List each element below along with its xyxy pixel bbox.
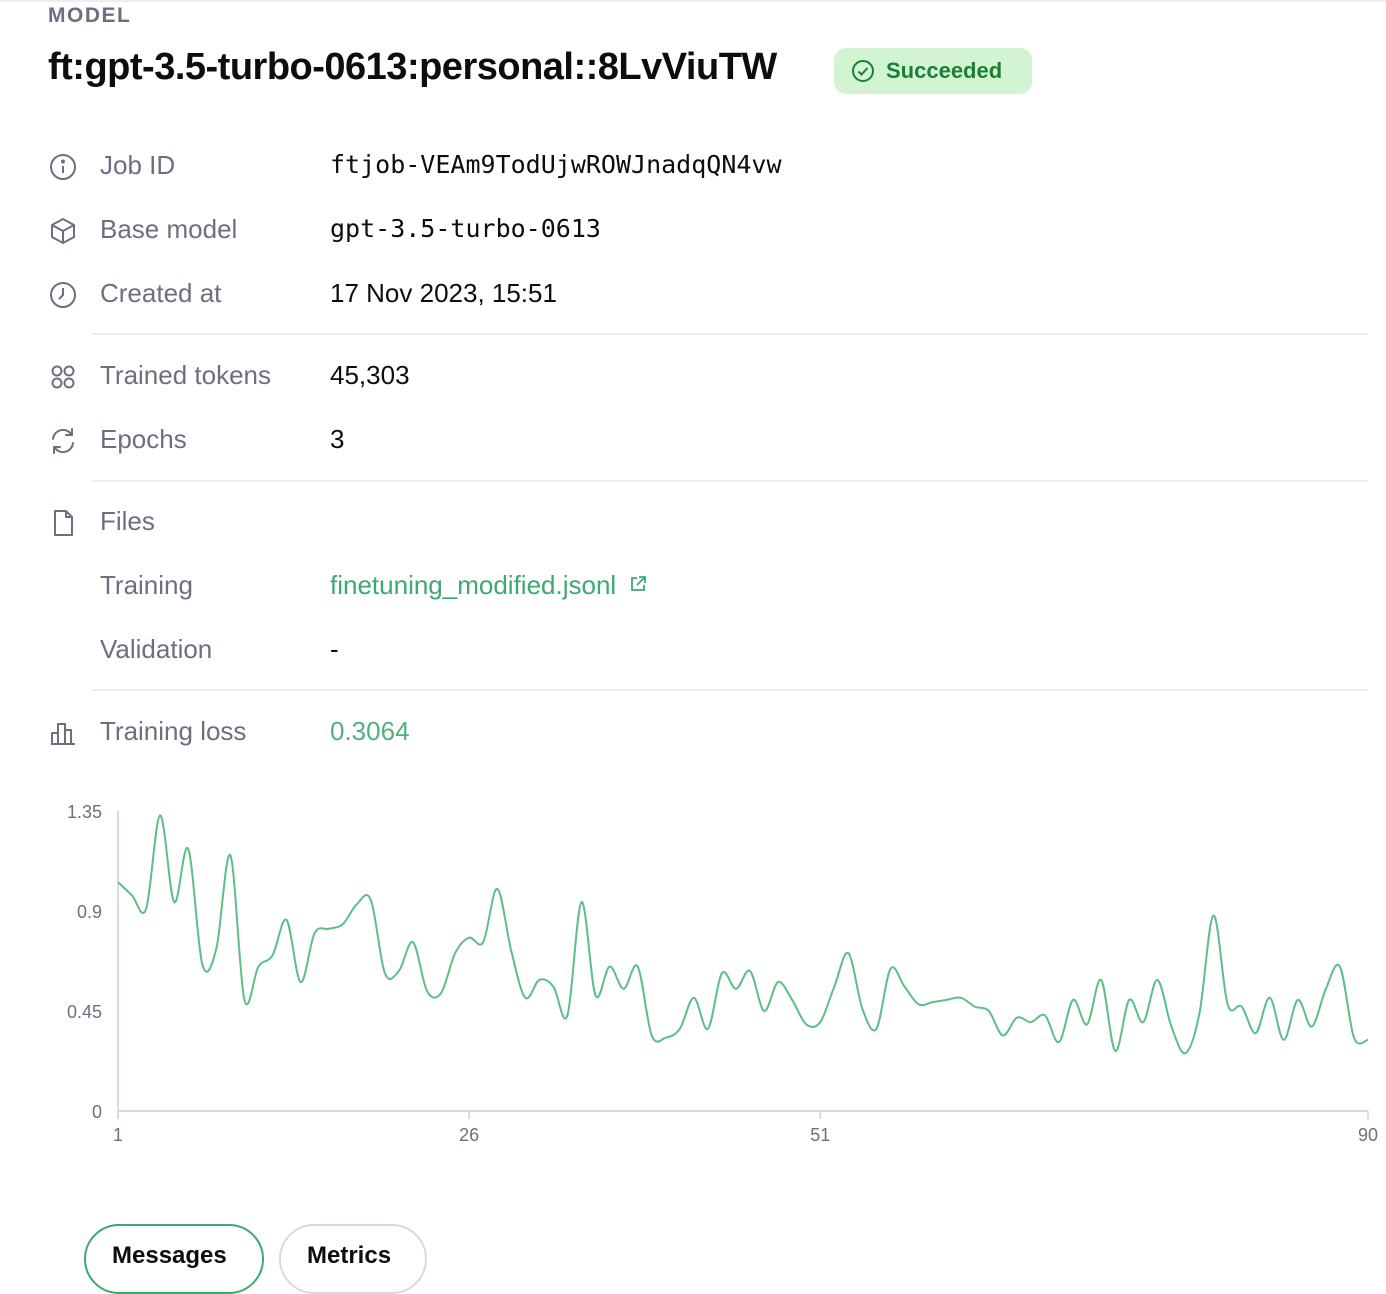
base-model-label: Base model	[100, 214, 238, 244]
files-label: Files	[100, 506, 155, 536]
tab-metrics-label[interactable]: Metrics	[307, 1242, 391, 1269]
trained-tokens-row: Trained tokens 45,303	[48, 356, 1368, 396]
divider	[92, 333, 1368, 335]
training-loss-series-line	[117, 814, 1369, 1055]
x-tick-label: 26	[459, 1125, 479, 1145]
top-border	[0, 0, 1386, 2]
file-icon	[54, 510, 73, 536]
y-tick-label: 0.9	[77, 902, 102, 922]
training-file-label: Training	[100, 570, 193, 600]
job-id-value[interactable]: ftjob-VEAm9TodUjwROWJnadqQN4vw	[330, 150, 782, 179]
check-circle-icon	[852, 60, 874, 82]
external-link-icon[interactable]	[629, 575, 647, 593]
divider	[92, 480, 1368, 482]
created-at-label: Created at	[100, 278, 222, 308]
tab-messages-label[interactable]: Messages	[112, 1242, 227, 1269]
section-eyebrow: MODEL	[48, 4, 132, 27]
epochs-label: Epochs	[100, 424, 187, 454]
model-title: ft:gpt-3.5-turbo-0613:personal::8LvViuTW	[48, 46, 777, 88]
x-tick-label: 51	[810, 1125, 830, 1145]
x-tick-label: 90	[1358, 1125, 1378, 1145]
status-badge: Succeeded	[834, 48, 1032, 94]
info-icon	[50, 154, 76, 180]
training-file-name[interactable]: finetuning_modified.jsonl	[330, 570, 616, 600]
tab-metrics[interactable]: Metrics	[279, 1224, 427, 1294]
training-loss-chart: 0 0.45 0.9 1.35 1 26 51 90	[67, 802, 1378, 1145]
validation-file-value: -	[330, 634, 339, 664]
epochs-value: 3	[330, 424, 345, 454]
training-loss-row: Training loss 0.3064	[48, 712, 1368, 752]
training-file-row: Training finetuning_modified.jsonl	[48, 566, 1368, 606]
clock-icon	[50, 282, 76, 308]
status-label: Succeeded	[886, 58, 1003, 83]
cube-icon	[51, 218, 75, 244]
created-at-value: 17 Nov 2023, 15:51	[330, 278, 557, 308]
y-tick-label: 1.35	[67, 802, 102, 822]
trained-tokens-label: Trained tokens	[100, 360, 272, 390]
validation-file-label: Validation	[100, 634, 213, 664]
tab-messages[interactable]: Messages	[84, 1224, 264, 1294]
trained-tokens-value: 45,303	[330, 360, 410, 390]
validation-file-row: Validation -	[48, 630, 1368, 670]
bar-chart-icon	[51, 723, 75, 745]
base-model-row: Base model gpt-3.5-turbo-0613	[48, 210, 1368, 250]
grid-dots-icon	[51, 365, 75, 389]
y-tick-label: 0.45	[67, 1002, 102, 1022]
refresh-icon	[52, 428, 74, 454]
files-row: Files	[48, 502, 1368, 542]
y-tick-label: 0	[92, 1102, 102, 1122]
base-model-value[interactable]: gpt-3.5-turbo-0613	[330, 214, 601, 243]
x-tick-label: 1	[113, 1125, 123, 1145]
job-id-row: Job ID ftjob-VEAm9TodUjwROWJnadqQN4vw	[48, 146, 1368, 186]
training-loss-value: 0.3064	[330, 716, 410, 746]
training-loss-label: Training loss	[100, 716, 247, 746]
epochs-row: Epochs 3	[48, 420, 1368, 460]
created-at-row: Created at 17 Nov 2023, 15:51	[48, 274, 1368, 314]
divider	[92, 689, 1368, 691]
training-file-link[interactable]: finetuning_modified.jsonl	[330, 570, 647, 601]
job-id-label: Job ID	[100, 150, 176, 180]
